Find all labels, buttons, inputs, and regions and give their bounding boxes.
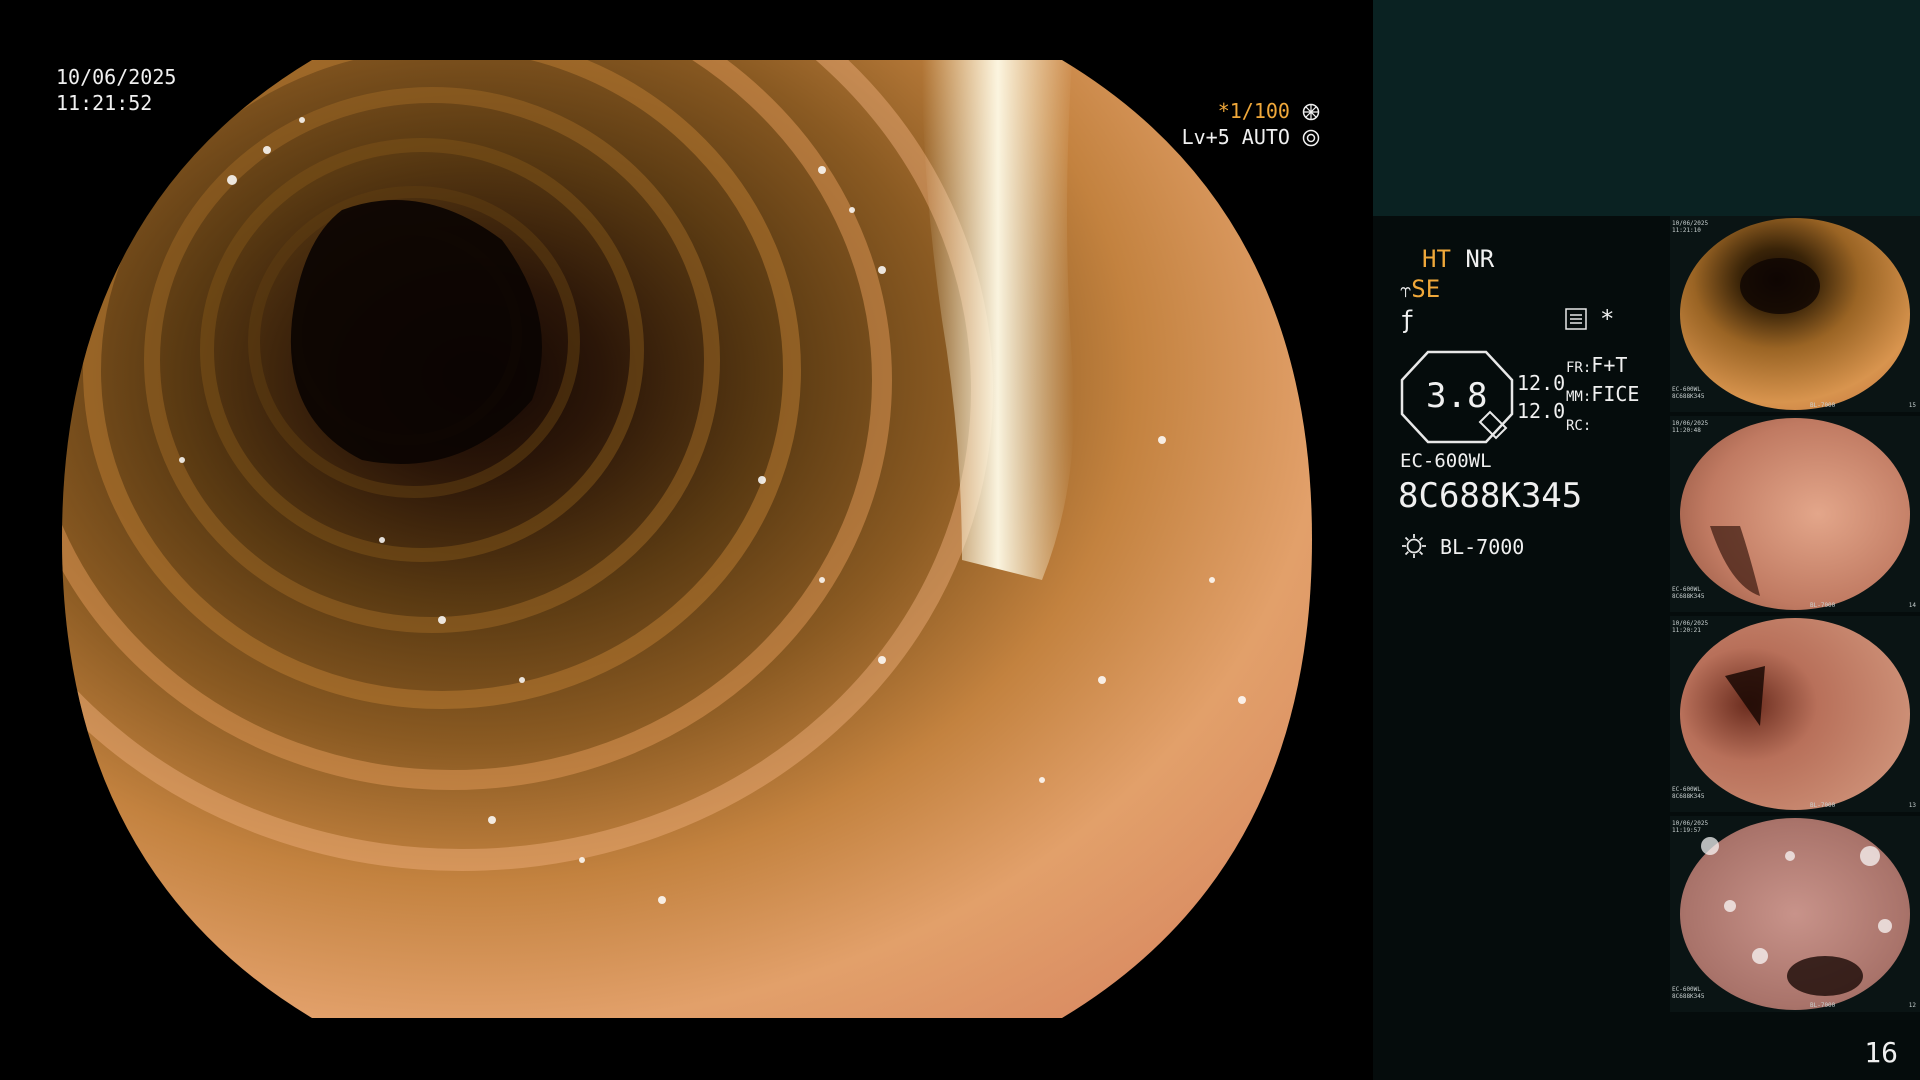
thumb-scope: EC-600WL [1672,386,1701,393]
thumbnail-2[interactable]: 10/06/2025 11:20:48 EC-600WL 8C688K345 B… [1670,416,1920,612]
iris-icon [1302,129,1320,147]
thumb-scope: EC-600WL [1672,786,1701,793]
main-endoscope-view: 10/06/2025 11:21:52 *1/100 Lv+5 AUTO [0,0,1372,1080]
rc-label: RC: [1566,418,1592,434]
thumb-time: 11:20:48 [1672,427,1701,434]
thumb-index: 12 [1908,1002,1916,1009]
mm-value: FICE [1591,382,1640,406]
thumb-light: BL-7000 [1810,602,1836,609]
asterisk-icon: * [1600,305,1615,333]
exposure-overlay: *1/100 Lv+5 AUTO [1182,98,1320,150]
mode-status: HT NR ⥾SE ƒ [1400,244,1495,335]
value-2: 12.0 [1517,399,1566,423]
thumb-date: 10/06/2025 [1672,220,1709,227]
light-source-text: BL-7000 [1440,535,1525,559]
endoscope-live-image [62,60,1312,1018]
lamp-icon [1402,534,1426,558]
ht-indicator: HT [1422,245,1451,273]
level-text: Lv+5 AUTO [1181,125,1290,149]
menu-icon [1565,308,1587,334]
mm-label: MM: [1566,389,1592,405]
scope-model: EC-600WL [1400,450,1492,472]
se-indicator: SE [1411,275,1441,303]
thumbnail-4[interactable]: 10/06/2025 11:19:57 EC-600WL 8C688K345 B… [1670,816,1920,1012]
nr-indicator: NR [1465,245,1495,273]
thumbnail-1[interactable]: 10/06/2025 11:21:10 EC-600WL 8C688K345 B… [1670,216,1920,412]
color-enhance-icon: ƒ [1400,306,1415,334]
fr-label: FR: [1566,360,1592,376]
page-number: 16 [1864,1036,1898,1069]
thumb-serial: 8C688K345 [1672,393,1705,400]
thumb-light: BL-7000 [1810,802,1836,809]
thumb-light: BL-7000 [1810,1002,1836,1009]
thumb-date: 10/06/2025 [1672,620,1709,627]
thumb-light: BL-7000 [1810,402,1836,409]
thumb-index: 14 [1908,602,1916,609]
aperture-icon [1302,103,1320,121]
datetime-overlay: 10/06/2025 11:21:52 [56,64,176,116]
mode-settings: FR:F+T MM:FICE RC: [1566,352,1639,439]
zoom-indicator: 3.8 [1398,350,1516,444]
thumbnail-image [1680,218,1910,410]
thumb-serial: 8C688K345 [1672,793,1705,800]
fr-value: F+T [1591,353,1628,377]
thumbnail-image [1680,618,1910,810]
date-text: 10/06/2025 [56,65,177,89]
light-source: BL-7000 [1400,532,1524,560]
thumb-serial: 8C688K345 [1672,593,1705,600]
thumb-scope: EC-600WL [1672,586,1701,593]
thumb-time: 11:19:57 [1672,827,1701,834]
thumb-date: 10/06/2025 [1672,820,1709,827]
value-1: 12.0 [1517,371,1566,395]
structure-enhance-icon: ⥾ [1400,278,1412,302]
scope-serial: 8C688K345 [1398,476,1583,516]
thumb-serial: 8C688K345 [1672,993,1705,1000]
thumbnail-3[interactable]: 10/06/2025 11:20:21 EC-600WL 8C688K345 B… [1670,616,1920,812]
time-text: 11:21:52 [56,91,153,115]
side-panel-header [1373,0,1920,216]
thumbnail-image [1680,818,1910,1010]
thumb-scope: EC-600WL [1672,986,1701,993]
zoom-value: 3.8 [1426,376,1488,416]
thumb-index: 13 [1908,802,1916,809]
thumb-time: 11:20:21 [1672,627,1701,634]
shutter-text: *1/100 [1217,99,1290,123]
thumb-time: 11:21:10 [1672,227,1701,234]
thumbnail-image [1680,418,1910,610]
thumb-index: 15 [1908,402,1916,409]
thumb-date: 10/06/2025 [1672,420,1709,427]
